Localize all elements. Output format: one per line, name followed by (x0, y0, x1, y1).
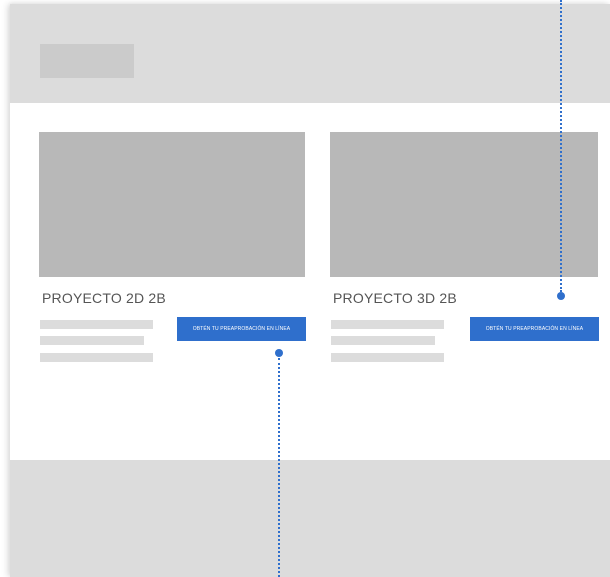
annotation-connector-line (560, 0, 562, 292)
text-line-placeholder (331, 353, 444, 362)
project-card-1: PROYECTO 2D 2B OBTÉN TU PREAPROBACIÓN EN… (39, 132, 306, 362)
text-line-placeholder (331, 320, 444, 329)
project-card-2: PROYECTO 3D 2B OBTÉN TU PREAPROBACIÓN EN… (330, 132, 599, 362)
project-image-placeholder (330, 132, 598, 277)
header-placeholder (10, 4, 610, 103)
logo-placeholder (40, 44, 134, 78)
project-title: PROYECTO 2D 2B (42, 290, 166, 306)
text-line-placeholder (40, 320, 153, 329)
project-title: PROYECTO 3D 2B (333, 290, 457, 306)
wireframe-page: PROYECTO 2D 2B OBTÉN TU PREAPROBACIÓN EN… (10, 4, 610, 577)
annotation-marker-dot (275, 349, 283, 357)
text-line-placeholder (40, 336, 144, 345)
footer-placeholder (10, 460, 610, 577)
annotation-connector-line (278, 358, 280, 577)
preapproval-button[interactable]: OBTÉN TU PREAPROBACIÓN EN LÍNEA (470, 317, 599, 341)
text-line-placeholder (331, 336, 435, 345)
annotation-marker-dot (557, 292, 565, 300)
project-image-placeholder (39, 132, 305, 277)
wireframe-canvas: PROYECTO 2D 2B OBTÉN TU PREAPROBACIÓN EN… (0, 0, 610, 577)
text-line-placeholder (40, 353, 153, 362)
preapproval-button[interactable]: OBTÉN TU PREAPROBACIÓN EN LÍNEA (177, 317, 306, 341)
